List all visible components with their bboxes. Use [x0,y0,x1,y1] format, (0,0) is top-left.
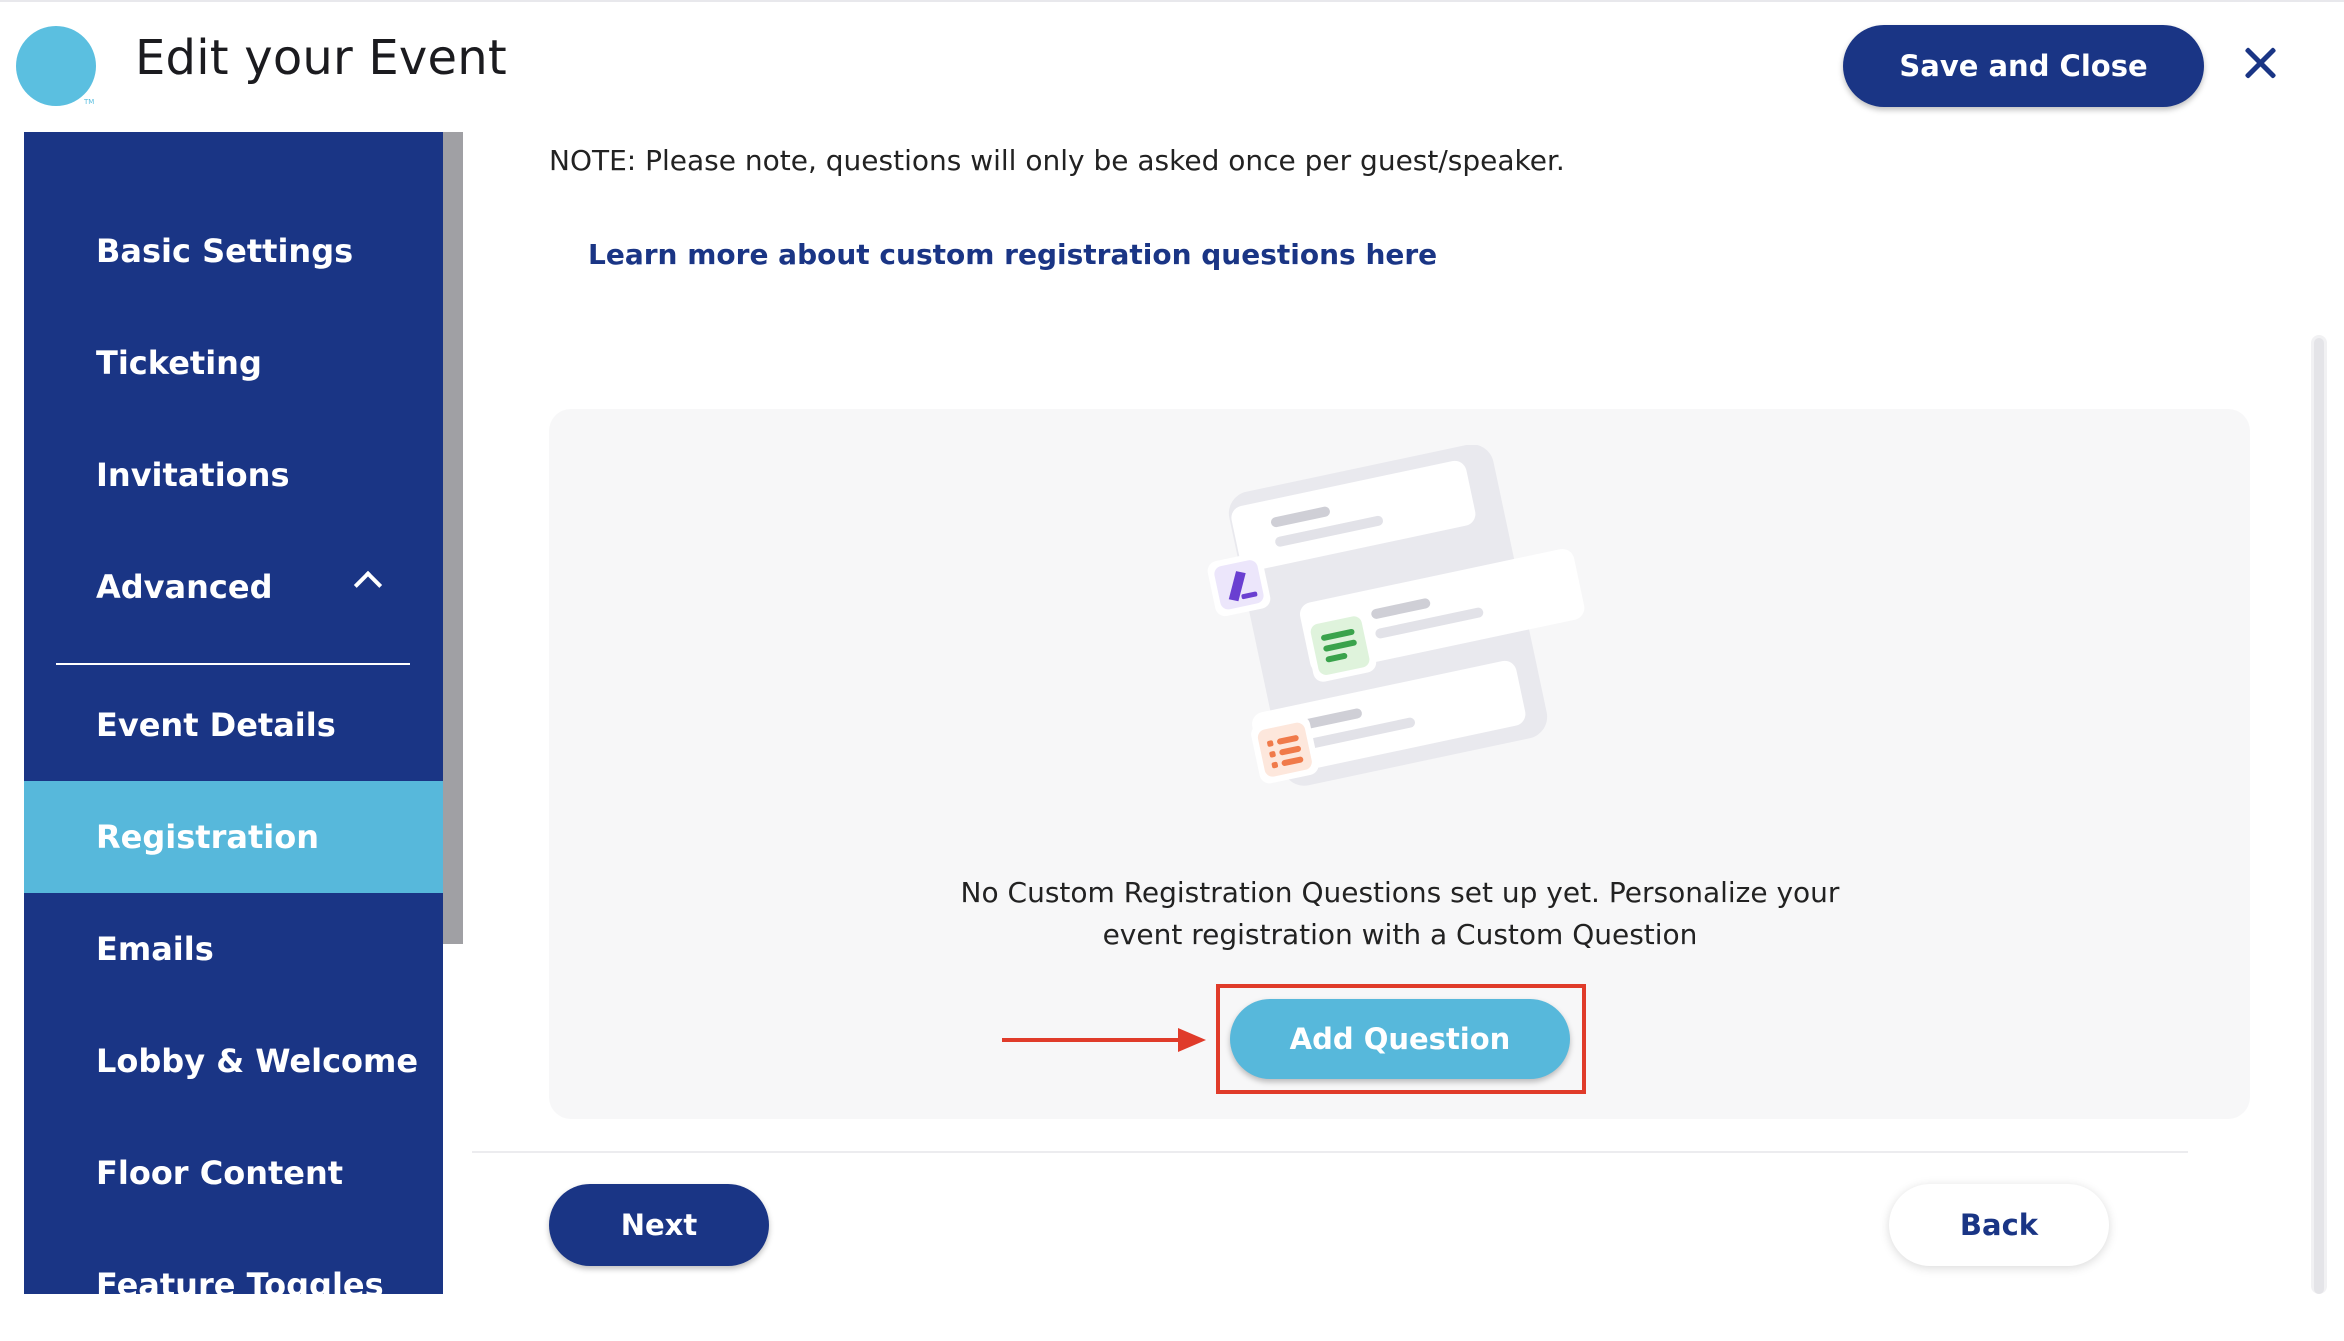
sidebar-item-invitations[interactable]: Invitations [24,419,443,531]
sidebar-item-label: Event Details [96,706,336,744]
sidebar-item-label: Advanced [96,568,273,606]
trademark-mark: TM [84,98,95,106]
sidebar-item-ticketing[interactable]: Ticketing [24,307,443,419]
sidebar-item-label: Ticketing [96,344,262,382]
sidebar-item-label: Registration [96,818,319,856]
annotation-arrow [1002,1038,1180,1042]
top-border [0,0,2344,2]
questions-illustration-icon [1207,445,1585,786]
sidebar-item-event-details[interactable]: Event Details [24,669,443,781]
next-button[interactable]: Next [549,1184,769,1266]
sidebar-item-registration[interactable]: Registration [24,781,443,893]
chevron-up-icon [353,570,383,600]
sidebar-item-label: Invitations [96,456,290,494]
sidebar-item-label: Lobby & Welcome [96,1042,419,1080]
empty-state-line-2: event registration with a Custom Questio… [1102,918,1698,951]
sidebar-item-basic-settings[interactable]: Basic Settings [24,195,443,307]
footer-divider [472,1151,2188,1153]
sidebar-item-feature-toggles[interactable]: Feature Toggles [24,1229,443,1341]
sidebar-item-floor-content[interactable]: Floor Content [24,1117,443,1229]
sidebar-divider [56,663,410,665]
registration-note: NOTE: Please note, questions will only b… [549,144,1565,177]
save-and-close-button[interactable]: Save and Close [1843,25,2204,107]
learn-more-link[interactable]: Learn more about custom registration que… [588,238,1437,271]
main-scrollbar-thumb[interactable] [2314,338,2324,1294]
sidebar-item-advanced[interactable]: Advanced [24,531,443,643]
sidebar-item-label: Emails [96,930,214,968]
page-title: Edit your Event [135,30,507,86]
empty-state-line-1: No Custom Registration Questions set up … [960,876,1840,909]
brand-logo [16,26,96,106]
sidebar-item-label: Feature Toggles [96,1266,384,1304]
close-icon[interactable] [2240,43,2280,83]
add-question-button[interactable]: Add Question [1230,999,1570,1079]
sidebar-item-label: Basic Settings [96,232,354,270]
sidebar-item-lobby-welcome[interactable]: Lobby & Welcome [24,1005,443,1117]
back-button[interactable]: Back [1889,1184,2109,1266]
empty-state-message: No Custom Registration Questions set up … [900,872,1900,956]
arrow-right-icon [1178,1028,1206,1052]
sidebar: Basic Settings Ticketing Invitations Adv… [24,132,443,1304]
sidebar-item-label: Floor Content [96,1154,344,1192]
sidebar-scrollbar[interactable] [443,132,463,944]
sidebar-item-emails[interactable]: Emails [24,893,443,1005]
